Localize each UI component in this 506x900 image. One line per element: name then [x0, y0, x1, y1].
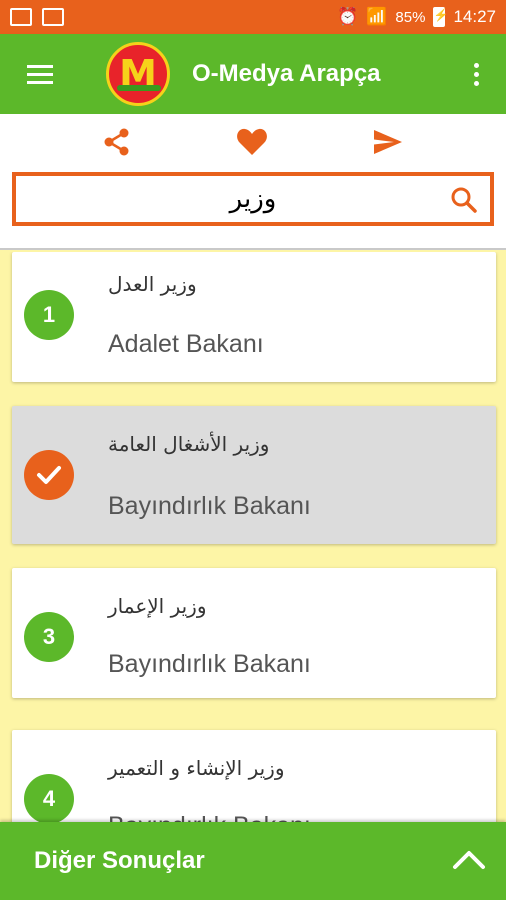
- results-list: 1 وزير العدل Adalet Bakanı وزير الأشغال …: [0, 252, 506, 822]
- wifi-icon: 📶: [366, 7, 388, 26]
- arabic-term: وزير العدل: [108, 272, 197, 296]
- search-box[interactable]: [12, 172, 494, 226]
- result-number-badge: 4: [24, 774, 74, 822]
- battery-percentage: 85%: [395, 8, 426, 26]
- checkmark-icon: [24, 450, 74, 500]
- app-title: O-Medya Arapça: [192, 60, 381, 87]
- turkish-translation: Bayındırlık Bakanı: [108, 812, 311, 822]
- result-card[interactable]: 1 وزير العدل Adalet Bakanı: [12, 252, 496, 382]
- gallery-notification-icon: [10, 8, 32, 26]
- result-card-selected[interactable]: وزير الأشغال العامة Bayındırlık Bakanı: [12, 406, 496, 544]
- search-panel: [0, 114, 506, 250]
- arabic-term: وزير الإعمار: [108, 594, 207, 618]
- arabic-term: وزير الإنشاء و التعمير: [108, 756, 285, 780]
- action-row: [0, 114, 506, 170]
- turkish-translation: Adalet Bakanı: [108, 330, 264, 358]
- menu-icon[interactable]: [0, 34, 80, 114]
- send-icon[interactable]: [372, 128, 404, 156]
- chevron-up-icon[interactable]: [452, 848, 486, 875]
- arabic-term: وزير الأشغال العامة: [108, 432, 270, 456]
- image-notification-icon: [42, 8, 64, 26]
- more-results-label: Diğer Sonuçlar: [34, 847, 205, 874]
- search-input[interactable]: [63, 184, 443, 214]
- app-logo: M: [106, 42, 170, 106]
- turkish-translation: Bayındırlık Bakanı: [108, 650, 311, 678]
- result-card[interactable]: 4 وزير الإنشاء و التعمير Bayındırlık Bak…: [12, 730, 496, 822]
- result-card[interactable]: 3 وزير الإعمار Bayındırlık Bakanı: [12, 568, 496, 698]
- turkish-translation: Bayındırlık Bakanı: [108, 492, 311, 520]
- clock: 14:27: [453, 7, 496, 26]
- result-number-badge: 1: [24, 290, 74, 340]
- result-number-badge: 3: [24, 612, 74, 662]
- more-results-bar[interactable]: Diğer Sonuçlar: [0, 822, 506, 900]
- battery-icon: [433, 7, 448, 27]
- search-icon[interactable]: [450, 186, 478, 219]
- status-bar: ⏰ 📶 85% 14:27: [0, 0, 506, 34]
- app-bar: M O-Medya Arapça: [0, 34, 506, 114]
- share-icon[interactable]: [102, 127, 132, 157]
- heart-icon[interactable]: [236, 127, 268, 157]
- overflow-menu-icon[interactable]: [446, 34, 506, 114]
- alarm-icon: ⏰: [337, 7, 359, 26]
